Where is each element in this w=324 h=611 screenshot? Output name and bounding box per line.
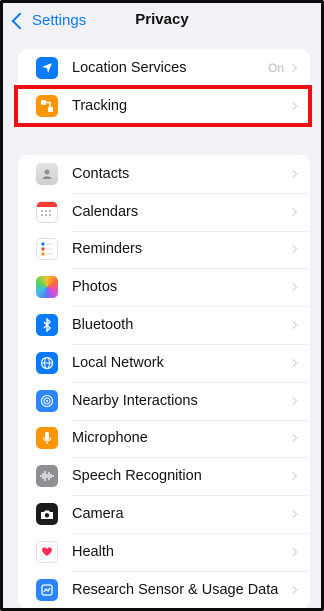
- chevron-right-icon: [288, 169, 298, 179]
- row-speech-recognition[interactable]: Speech Recognition: [18, 457, 310, 495]
- row-health[interactable]: Health: [18, 532, 310, 571]
- row-bluetooth[interactable]: Bluetooth: [18, 306, 310, 344]
- app-permissions-group: Contacts Calendars Reminders Photos Blue…: [18, 155, 310, 609]
- row-camera[interactable]: Camera: [18, 495, 310, 533]
- row-label: Bluetooth: [72, 317, 134, 334]
- calendar-icon: [36, 200, 58, 223]
- row-reminders[interactable]: Reminders: [18, 230, 310, 269]
- row-location-services[interactable]: Location Services On: [18, 49, 310, 87]
- chevron-right-icon: [288, 63, 298, 73]
- photos-icon: [36, 276, 58, 299]
- row-label: Photos: [72, 279, 118, 296]
- back-label: Settings: [32, 12, 87, 29]
- nearby-icon: [36, 389, 58, 412]
- row-label: Camera: [72, 506, 124, 523]
- row-label: Research Sensor & Usage Data: [72, 581, 279, 598]
- row-research-sensor[interactable]: Research Sensor & Usage Data: [18, 570, 310, 609]
- row-label: Microphone: [72, 430, 148, 447]
- location-tracking-group: Location Services On Tracking: [18, 49, 310, 125]
- contacts-icon: [36, 162, 58, 185]
- bluetooth-icon: [36, 314, 58, 337]
- waveform-icon: [36, 465, 58, 488]
- row-nearby-interactions[interactable]: Nearby Interactions: [18, 381, 310, 420]
- row-photos[interactable]: Photos: [18, 268, 310, 306]
- row-label: Local Network: [72, 354, 164, 371]
- row-tracking[interactable]: Tracking: [18, 86, 310, 125]
- chevron-right-icon: [288, 320, 298, 330]
- row-label: Speech Recognition: [72, 468, 202, 485]
- globe-icon: [36, 351, 58, 374]
- chevron-right-icon: [288, 434, 298, 443]
- row-calendars[interactable]: Calendars: [18, 192, 310, 231]
- microphone-icon: [36, 427, 58, 450]
- row-contacts[interactable]: Contacts: [18, 155, 310, 193]
- row-microphone[interactable]: Microphone: [18, 419, 310, 458]
- reminders-icon: [36, 238, 58, 261]
- row-label: Health: [72, 543, 114, 560]
- chevron-right-icon: [288, 358, 298, 368]
- row-label: Calendars: [72, 203, 139, 220]
- research-icon: [36, 578, 58, 601]
- navigation-bar: Settings Privacy: [0, 0, 324, 44]
- page-title: Privacy: [135, 10, 189, 28]
- chevron-right-icon: [288, 585, 298, 594]
- row-label: Nearby Interactions: [72, 392, 198, 409]
- chevron-right-icon: [288, 283, 298, 292]
- camera-icon: [36, 503, 58, 526]
- tracking-icon: [36, 94, 58, 117]
- row-label: Tracking: [72, 97, 128, 114]
- chevron-right-icon: [288, 472, 298, 481]
- chevron-right-icon: [288, 396, 298, 405]
- row-label: Contacts: [72, 165, 130, 182]
- chevron-right-icon: [288, 245, 298, 254]
- heart-icon: [36, 540, 58, 563]
- row-label: Reminders: [72, 241, 143, 258]
- row-local-network[interactable]: Local Network: [18, 343, 310, 382]
- chevron-right-icon: [288, 101, 298, 110]
- back-button[interactable]: Settings: [11, 12, 87, 30]
- chevron-right-icon: [288, 547, 298, 557]
- location-arrow-icon: [36, 56, 58, 79]
- row-label: Location Services: [72, 59, 187, 76]
- chevron-left-icon: [11, 12, 29, 30]
- chevron-right-icon: [288, 509, 298, 519]
- row-value: On: [267, 60, 284, 75]
- chevron-right-icon: [288, 207, 298, 216]
